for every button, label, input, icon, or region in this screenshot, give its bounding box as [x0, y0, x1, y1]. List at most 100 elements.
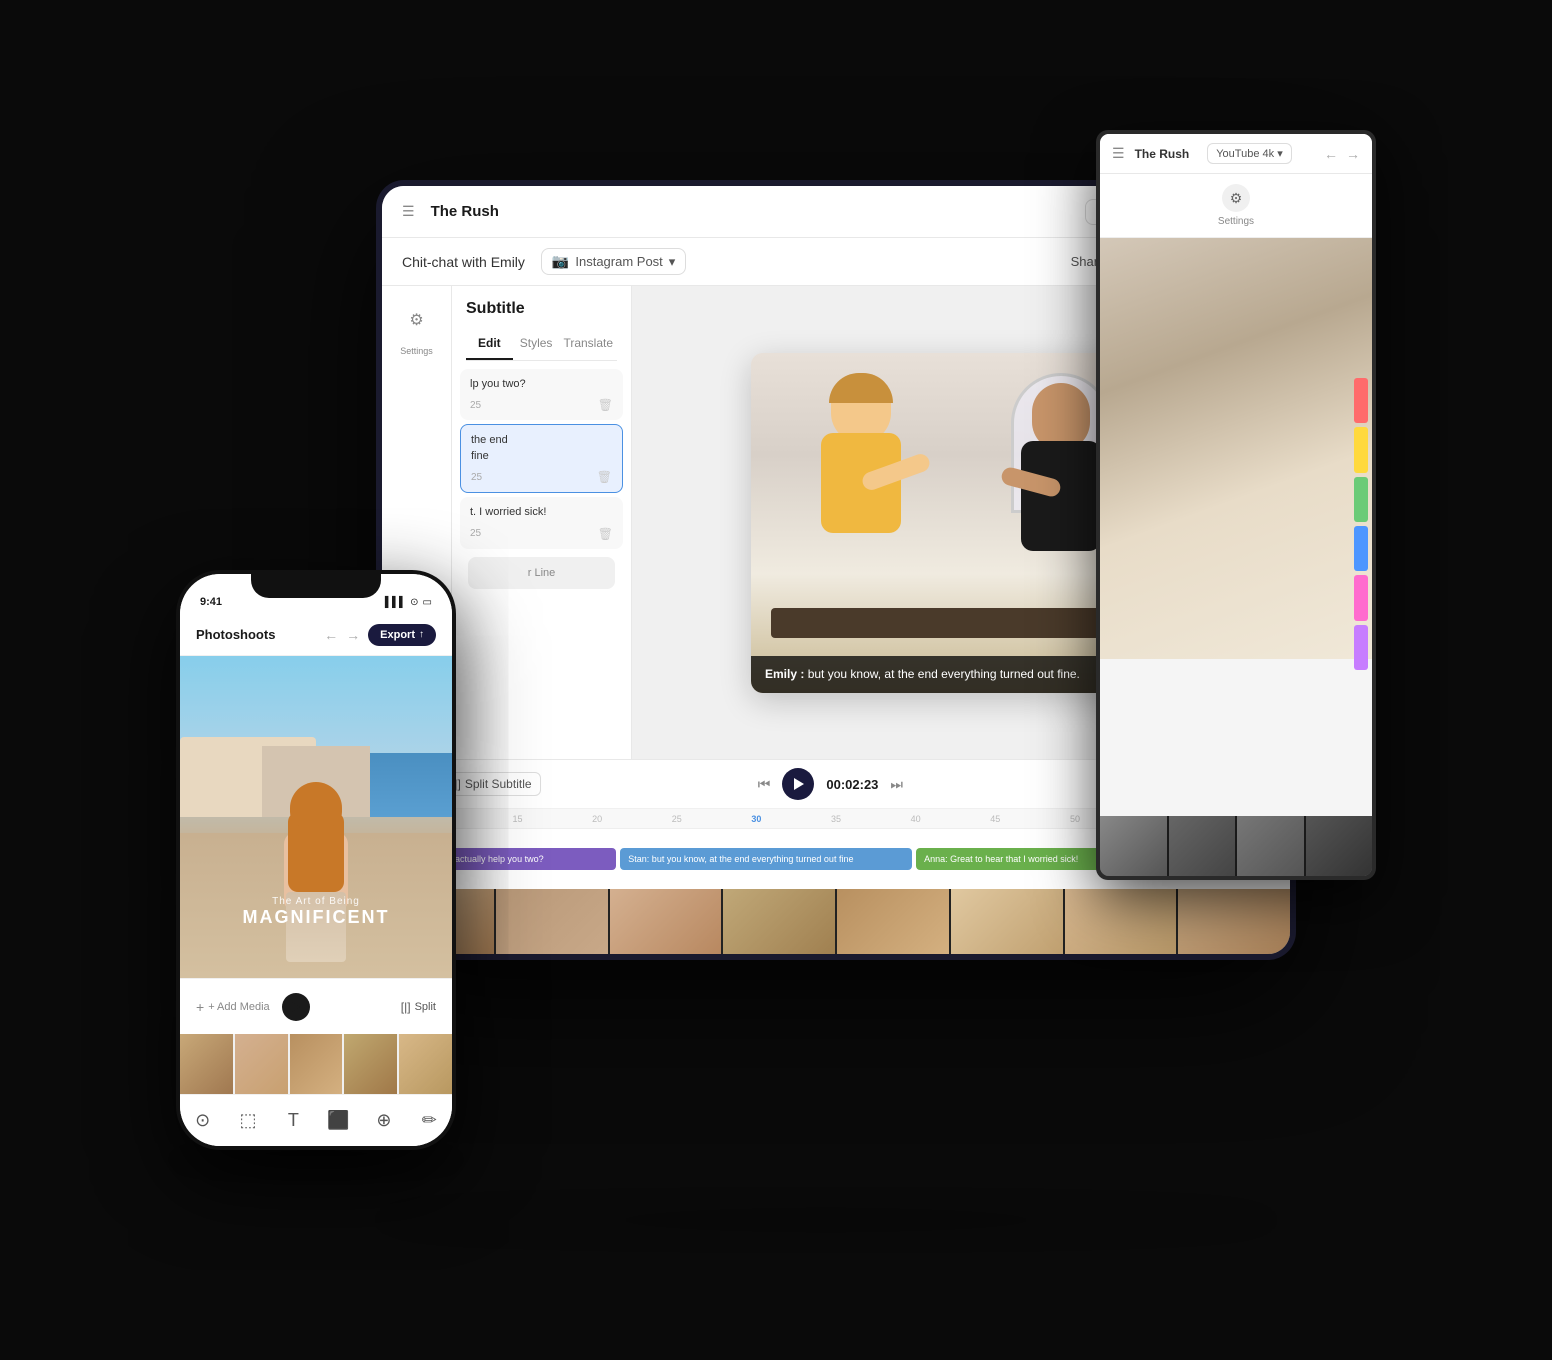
settings-icon[interactable]: ⚙ — [1222, 184, 1250, 212]
wifi-icon: ⊙ — [410, 597, 418, 608]
ruler-mark-25: 25 — [637, 814, 717, 824]
phone-export-button[interactable]: Export ↑ — [368, 624, 436, 646]
desktop-thumb — [1169, 816, 1236, 876]
subtitle-panel-header: Subtitle Edit Styles Translate — [452, 286, 631, 361]
subtitle-person-name: Emily : — [765, 667, 804, 681]
add-media-icon: + — [196, 999, 204, 1015]
subtitle-entry-1[interactable]: lp you two? 25 🗑 — [460, 369, 623, 420]
phone-export-icon: ↑ — [419, 629, 424, 640]
settings-label: Settings — [1218, 216, 1254, 227]
time-display: 00:02:23 — [826, 777, 878, 792]
tab-edit[interactable]: Edit — [466, 328, 513, 360]
ruler-mark-45: 45 — [955, 814, 1035, 824]
phone-photo-title: MAGNIFICENT — [180, 907, 452, 928]
subtitle-entry-2-footer: 25 🗑 — [471, 470, 612, 484]
phone-back-icon[interactable]: ← — [324, 627, 338, 643]
color-strip-red[interactable] — [1354, 378, 1368, 423]
color-strip-pink[interactable] — [1354, 575, 1368, 620]
phone-nav-bar: ⊙ ⬚ T ⬛ ⊕ ✏ — [180, 1094, 452, 1146]
color-strip-purple[interactable] — [1354, 625, 1368, 670]
color-strips-panel — [1350, 374, 1372, 674]
subtitle-entry-1-footer: 25 🗑 — [470, 398, 613, 412]
tablet-thumb-4 — [723, 889, 835, 954]
subtitle-delete-2[interactable]: 🗑 — [597, 470, 612, 484]
desktop-content: ⚙ Settings — [1100, 174, 1372, 876]
sidebar-settings-icon[interactable]: ⚙ — [399, 302, 435, 338]
battery-icon: ▭ — [423, 597, 432, 608]
tablet-thumb-2 — [496, 889, 608, 954]
nav-icon-home[interactable]: ⊙ — [187, 1105, 219, 1137]
scene: ☰ The Rush YouTube 4k ▾ ← → ⚙ Settings — [176, 130, 1376, 1230]
subtitle-delete-1[interactable]: 🗑 — [598, 398, 613, 412]
subtitle-entry-3[interactable]: t. I worried sick! 25 🗑 — [460, 497, 623, 548]
phone-thumb-4 — [344, 1034, 397, 1094]
phone-topbar: Photoshoots ← → Export ↑ — [180, 614, 452, 656]
tablet-thumb-3 — [610, 889, 722, 954]
clip-2[interactable]: Stan: but you know, at the end everythin… — [620, 848, 912, 870]
play-triangle-icon — [794, 778, 804, 790]
phone-time: 9:41 — [200, 596, 222, 608]
desktop-title: The Rush — [1135, 147, 1190, 161]
sidebar-settings-label: Settings — [400, 346, 433, 356]
phone-split-button[interactable]: [|] Split — [401, 1000, 436, 1014]
desktop-forward-icon[interactable]: → — [1346, 146, 1360, 162]
subtitle-count-1: 25 — [470, 400, 481, 411]
phone-play-button[interactable] — [282, 993, 310, 1021]
color-strip-blue[interactable] — [1354, 526, 1368, 571]
phone-forward-icon[interactable]: → — [346, 627, 360, 643]
subtitle-content: but you know, at the end everything turn… — [808, 667, 1080, 681]
tablet-thumb-8 — [1178, 889, 1290, 954]
desktop-thumb — [1306, 816, 1373, 876]
phone-photo-subtitle: The Art of Being — [180, 896, 452, 907]
desktop-screen: ☰ The Rush YouTube 4k ▾ ← → ⚙ Settings — [1100, 134, 1372, 876]
nav-icon-template[interactable]: ⬛ — [323, 1105, 355, 1137]
nav-icon-sticker[interactable]: ⊕ — [368, 1105, 400, 1137]
color-strip-green[interactable] — [1354, 477, 1368, 522]
ruler-mark-15: 15 — [478, 814, 558, 824]
subtitle-project-name: Chit-chat with Emily — [402, 254, 525, 270]
desktop-back-icon[interactable]: ← — [1324, 146, 1338, 162]
nav-icon-gallery[interactable]: ⬚ — [232, 1105, 264, 1137]
desktop-format: YouTube 4k ▾ — [1216, 147, 1282, 160]
phone-thumb-2 — [235, 1034, 288, 1094]
subtitle-platform-selector[interactable]: 📷 Instagram Post ▾ — [541, 248, 686, 275]
tablet-shadow — [356, 1210, 1296, 1230]
phone-split-icon: [|] — [401, 1000, 411, 1014]
subtitle-delete-3[interactable]: 🗑 — [598, 527, 613, 541]
skip-forward-button[interactable]: ⏭ — [890, 776, 903, 793]
phone-play-icon — [292, 1002, 300, 1012]
skip-back-button[interactable]: ⏮ — [758, 776, 771, 793]
split-subtitle-button[interactable]: [|] Split Subtitle — [442, 772, 541, 796]
signal-icon: ▌▌▌ — [385, 597, 406, 608]
phone-nav: ← → Export ↑ — [324, 624, 436, 646]
person1 — [781, 373, 941, 613]
tab-styles[interactable]: Styles — [513, 328, 560, 360]
phone-thumb-1 — [180, 1034, 233, 1094]
subtitle-text-2: the end fine — [471, 433, 612, 464]
tablet-thumb-6 — [951, 889, 1063, 954]
subtitle-edit-panel: Subtitle Edit Styles Translate lp you tw… — [452, 286, 632, 759]
phone-thumb-5 — [399, 1034, 452, 1094]
nav-icon-edit[interactable]: ✏ — [413, 1105, 445, 1137]
subtitle-count-2: 25 — [471, 472, 482, 483]
desktop-device: ☰ The Rush YouTube 4k ▾ ← → ⚙ Settings — [1096, 130, 1376, 880]
ruler-mark-30: 30 — [717, 814, 797, 824]
subtitle-text-1: lp you two? — [470, 377, 613, 392]
phone-thumbnail-strip — [180, 1034, 452, 1094]
tab-translate[interactable]: Translate — [559, 328, 617, 360]
desktop-thumb — [1100, 816, 1167, 876]
subtitle-count-3: 25 — [470, 528, 481, 539]
desktop-menu-icon[interactable]: ☰ — [1112, 145, 1125, 162]
color-strip-yellow[interactable] — [1354, 427, 1368, 472]
subtitle-entry-2[interactable]: the end fine 25 🗑 — [460, 424, 623, 493]
ruler-mark-20: 20 — [557, 814, 637, 824]
add-media-button[interactable]: + + Add Media — [196, 999, 270, 1015]
desktop-topbar: ☰ The Rush YouTube 4k ▾ ← → — [1100, 134, 1372, 174]
tablet-menu-icon[interactable]: ☰ — [402, 203, 415, 220]
nav-icon-text[interactable]: T — [277, 1105, 309, 1137]
phone-thumb-3 — [290, 1034, 343, 1094]
phone-title-overlay: The Art of Being MAGNIFICENT — [180, 896, 452, 928]
new-line-button[interactable]: r Line — [468, 557, 615, 589]
play-button[interactable] — [782, 768, 814, 800]
phone-photo-scene: The Art of Being MAGNIFICENT — [180, 656, 452, 978]
